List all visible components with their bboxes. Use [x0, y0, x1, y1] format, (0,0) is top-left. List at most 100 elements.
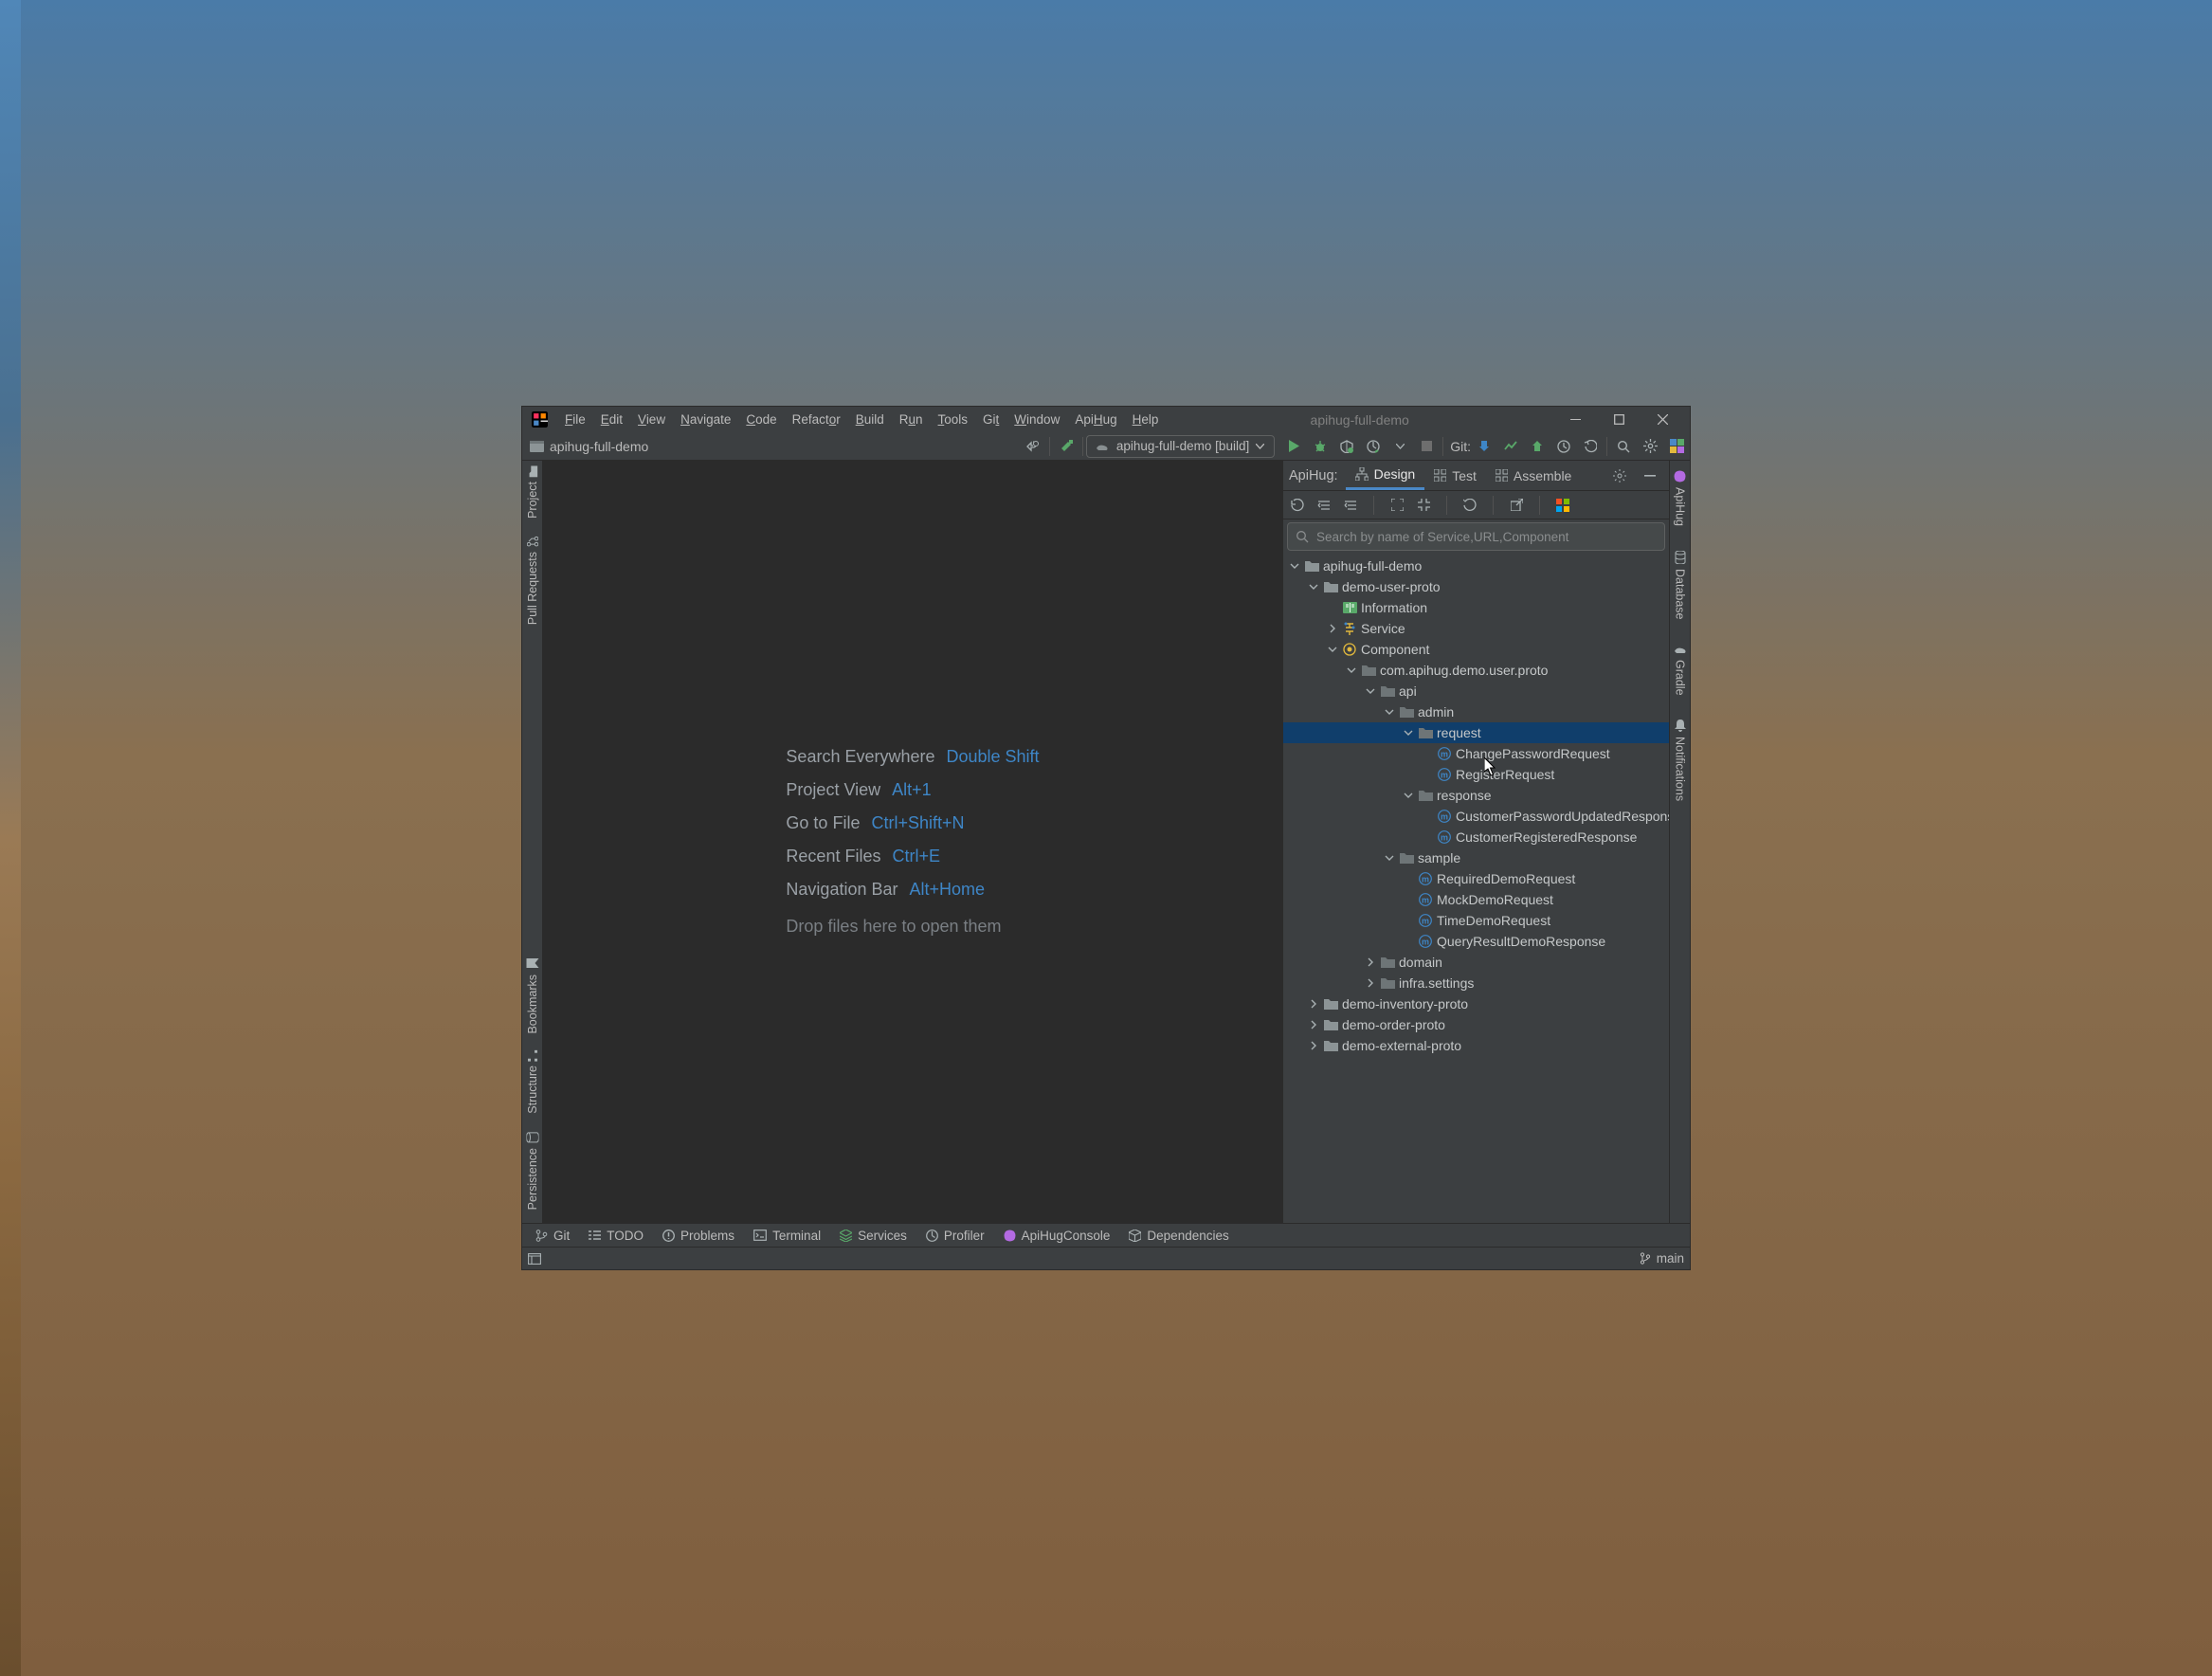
tree-infra[interactable]: infra.settings: [1283, 973, 1669, 993]
tab-assemble[interactable]: Assemble: [1486, 461, 1581, 490]
tree-changepasswordrequest[interactable]: mChangePasswordRequest: [1283, 743, 1669, 764]
tree-root[interactable]: apihug-full-demo: [1283, 556, 1669, 576]
apihug-panel: ApiHug: Design Test Assemble: [1282, 461, 1669, 1223]
svg-text:m: m: [1441, 812, 1448, 822]
collapse-icon[interactable]: [1342, 492, 1359, 519]
tree-demo-external[interactable]: demo-external-proto: [1283, 1035, 1669, 1056]
menu-git[interactable]: Git: [975, 410, 1006, 429]
compile-icon[interactable]: [1020, 433, 1046, 460]
git-branch[interactable]: main: [1640, 1251, 1684, 1266]
tool-gradle[interactable]: Gradle: [1674, 641, 1687, 700]
attach-button[interactable]: [1387, 433, 1413, 460]
search-icon[interactable]: [1610, 433, 1637, 460]
tool-project[interactable]: Project: [526, 463, 539, 522]
tree-queryresultdemoresponse[interactable]: mQueryResultDemoResponse: [1283, 931, 1669, 952]
menu-build[interactable]: Build: [848, 410, 892, 429]
tool-structure[interactable]: Structure: [526, 1048, 539, 1118]
tree-domain[interactable]: domain: [1283, 952, 1669, 973]
fullscreen-icon[interactable]: [1388, 492, 1405, 519]
tree-response[interactable]: response: [1283, 785, 1669, 806]
tab-profiler[interactable]: Profiler: [916, 1224, 994, 1247]
tab-test[interactable]: Test: [1424, 461, 1486, 490]
editor-empty[interactable]: Search EverywhereDouble ShiftProject Vie…: [543, 461, 1282, 1223]
tree-package[interactable]: com.apihug.demo.user.proto: [1283, 660, 1669, 681]
tool-persistence[interactable]: Persistence: [526, 1127, 539, 1213]
tree-component[interactable]: Component: [1283, 639, 1669, 660]
minimize-button[interactable]: [1553, 407, 1597, 432]
maximize-button[interactable]: [1597, 407, 1641, 432]
main-area: Project Pull Requests Bookmarks Structur…: [522, 461, 1690, 1223]
tab-design[interactable]: Design: [1346, 461, 1425, 490]
menu-tools[interactable]: Tools: [931, 410, 976, 429]
git-history-icon[interactable]: [1550, 433, 1577, 460]
tree-requireddemorequest[interactable]: mRequiredDemoRequest: [1283, 868, 1669, 889]
tab-problems[interactable]: Problems: [653, 1224, 744, 1247]
apihug-tree[interactable]: apihug-full-demodemo-user-protoInformati…: [1283, 554, 1669, 1223]
tool-windows-icon[interactable]: [528, 1253, 541, 1265]
reload-icon[interactable]: [1461, 492, 1478, 519]
tree-timedemorequest[interactable]: mTimeDemoRequest: [1283, 910, 1669, 931]
tree-mockdemorequest[interactable]: mMockDemoRequest: [1283, 889, 1669, 910]
git-commit-icon[interactable]: [1497, 433, 1524, 460]
tool-apihug[interactable]: ApiHug: [1674, 466, 1687, 530]
menu-edit[interactable]: Edit: [593, 410, 630, 429]
run-config-selector[interactable]: apihug-full-demo [build]: [1086, 435, 1275, 458]
tree-customerpasswordupdatedresponse[interactable]: mCustomerPasswordUpdatedResponse: [1283, 806, 1669, 827]
menu-code[interactable]: Code: [738, 410, 784, 429]
menu-navigate[interactable]: Navigate: [673, 410, 738, 429]
settings-gear-icon[interactable]: [1637, 433, 1663, 460]
tab-services[interactable]: Services: [830, 1224, 916, 1247]
tree-admin[interactable]: admin: [1283, 701, 1669, 722]
tab-git[interactable]: Git: [526, 1224, 579, 1247]
tab-todo[interactable]: TODO: [579, 1224, 653, 1247]
expand-icon[interactable]: [1315, 492, 1333, 519]
breadcrumb-project[interactable]: apihug-full-demo: [550, 439, 648, 454]
panel-gear-icon[interactable]: [1606, 463, 1633, 489]
tool-notifications[interactable]: Notifications: [1674, 716, 1687, 805]
tool-pull-requests[interactable]: Pull Requests: [526, 532, 539, 628]
git-rollback-icon[interactable]: [1577, 433, 1604, 460]
external-link-icon[interactable]: [1508, 492, 1525, 519]
tree-api[interactable]: api: [1283, 681, 1669, 701]
tree-service[interactable]: Service: [1283, 618, 1669, 639]
profile-button[interactable]: [1360, 433, 1387, 460]
plugin-icon[interactable]: [1663, 433, 1690, 460]
panel-hide-icon[interactable]: [1637, 463, 1663, 489]
tree-demo-user[interactable]: demo-user-proto: [1283, 576, 1669, 597]
stop-button[interactable]: [1413, 433, 1440, 460]
tab-terminal[interactable]: Terminal: [744, 1224, 830, 1247]
build-hammer-icon[interactable]: [1053, 433, 1079, 460]
menu-help[interactable]: Help: [1125, 410, 1167, 429]
tree-demo-inventory[interactable]: demo-inventory-proto: [1283, 993, 1669, 1014]
gradle-icon: [1095, 441, 1110, 452]
tab-dependencies[interactable]: Dependencies: [1119, 1224, 1238, 1247]
coverage-button[interactable]: [1333, 433, 1360, 460]
menu-file[interactable]: File: [557, 410, 593, 429]
tool-bookmarks[interactable]: Bookmarks: [526, 954, 539, 1038]
search-input[interactable]: [1316, 530, 1657, 544]
chevron-down-icon: [1256, 444, 1264, 449]
menu-refactor[interactable]: Refactor: [785, 410, 848, 429]
tree-request[interactable]: request: [1283, 722, 1669, 743]
tab-apihugconsole[interactable]: ApiHugConsole: [994, 1224, 1120, 1247]
tree-registerrequest[interactable]: mRegisterRequest: [1283, 764, 1669, 785]
shrink-icon[interactable]: [1415, 492, 1432, 519]
ms-icon[interactable]: [1554, 492, 1571, 519]
git-push-icon[interactable]: [1524, 433, 1550, 460]
menu-window[interactable]: Window: [1006, 410, 1067, 429]
debug-button[interactable]: [1307, 433, 1333, 460]
tree-sample[interactable]: sample: [1283, 847, 1669, 868]
menu-apihug[interactable]: ApiHug: [1067, 410, 1124, 429]
close-button[interactable]: [1641, 407, 1684, 432]
status-bar: main: [522, 1247, 1690, 1269]
apihug-search[interactable]: [1287, 522, 1665, 551]
git-update-icon[interactable]: [1471, 433, 1497, 460]
tree-demo-order[interactable]: demo-order-proto: [1283, 1014, 1669, 1035]
menu-view[interactable]: View: [630, 410, 673, 429]
menu-run[interactable]: Run: [892, 410, 931, 429]
run-button[interactable]: [1280, 433, 1307, 460]
tree-information[interactable]: Information: [1283, 597, 1669, 618]
tool-database[interactable]: Database: [1674, 547, 1687, 624]
tree-customerregisteredresponse[interactable]: mCustomerRegisteredResponse: [1283, 827, 1669, 847]
refresh-icon[interactable]: [1289, 492, 1306, 519]
